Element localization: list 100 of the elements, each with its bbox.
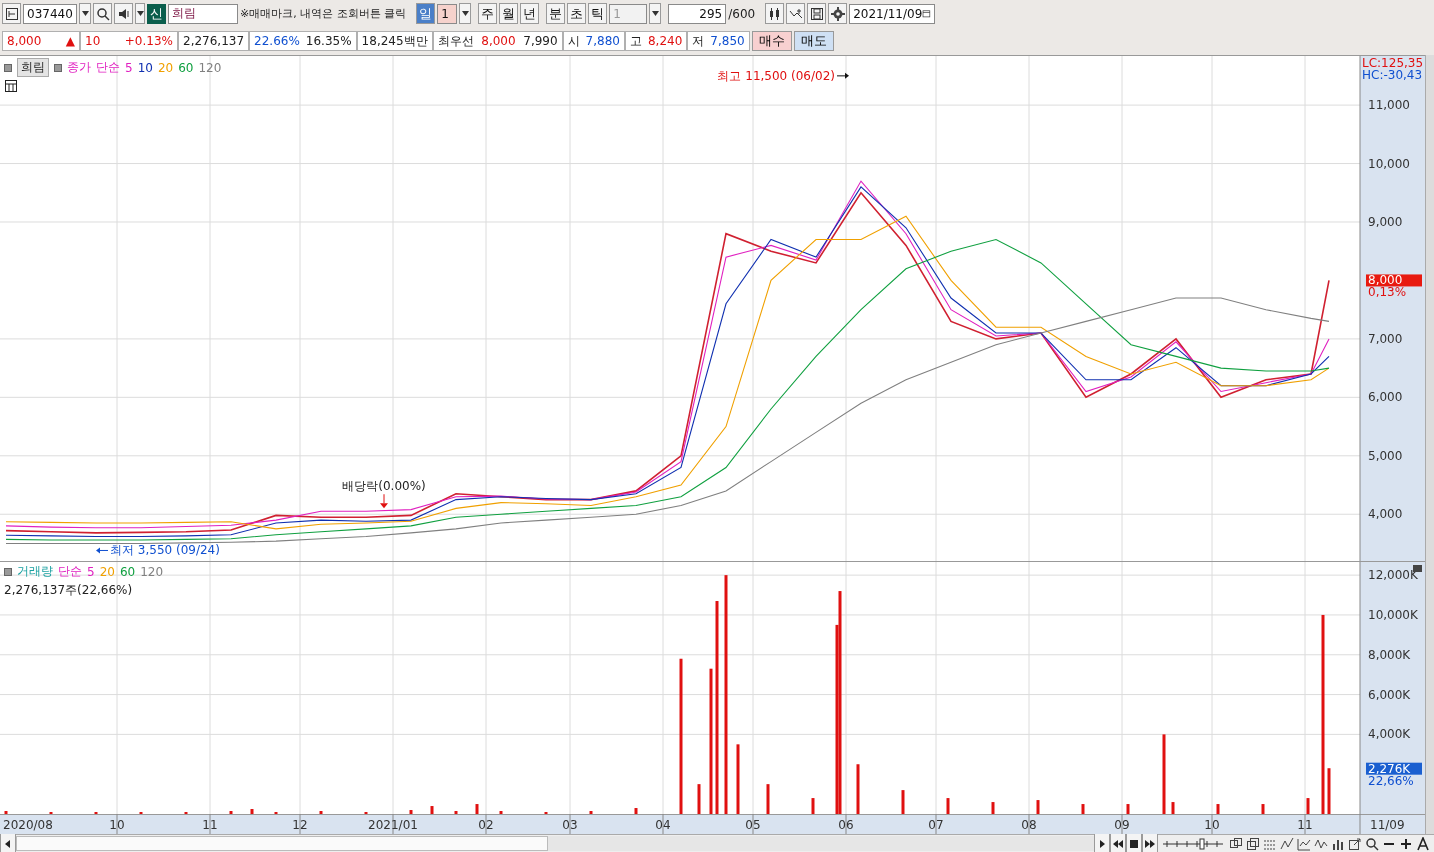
last-volume-badge: 2,276K xyxy=(1366,761,1422,776)
sell-button[interactable]: 매도 xyxy=(793,31,834,51)
font-size-icon[interactable] xyxy=(1416,836,1430,851)
axis-label: 12,000K xyxy=(1368,568,1418,583)
volume-bar xyxy=(475,804,479,814)
volume-bar xyxy=(589,811,593,814)
volume-bar xyxy=(1216,804,1220,814)
volume-bar xyxy=(454,811,458,814)
high-price: 8,240 xyxy=(647,34,683,48)
axis-label: 10,000K xyxy=(1368,607,1418,622)
open-label: 시 xyxy=(567,32,580,50)
low-price-label: 최저 3,550 (09/24) xyxy=(110,543,220,558)
volume-bar xyxy=(1306,798,1310,814)
legend-period: 60 xyxy=(119,564,136,579)
panel-title[interactable]: 희림 xyxy=(17,58,49,77)
period-tab[interactable]: 주 xyxy=(478,3,498,24)
volume-bar xyxy=(409,810,413,814)
volume-bar xyxy=(856,764,860,814)
axis-label: 09 xyxy=(1114,818,1130,832)
market-badge: 신 xyxy=(147,3,166,24)
high-price-label: 최고 11,500 (06/02) xyxy=(717,68,835,83)
axis-label: 5,000 xyxy=(1368,448,1403,463)
best-ask: 8,000 xyxy=(481,34,516,48)
axis-label: 11,000 xyxy=(1368,98,1410,113)
scroll-thumb[interactable] xyxy=(16,836,548,851)
period-tab[interactable]: 초 xyxy=(567,3,587,24)
arrow-icon xyxy=(380,493,388,509)
axis-label: 6,000K xyxy=(1368,687,1411,702)
panel-marker-icon xyxy=(54,63,62,72)
date-field[interactable]: 2021/11/09 xyxy=(849,3,936,24)
plus-icon[interactable] xyxy=(1399,836,1413,851)
caret-icon[interactable] xyxy=(136,11,144,16)
current-price: 8,000 xyxy=(7,34,42,48)
axis-label: 9,000 xyxy=(1368,215,1403,229)
indicator-icon[interactable] xyxy=(1297,836,1311,851)
panel-marker-icon xyxy=(4,567,12,576)
period-tab[interactable]: 일 xyxy=(416,3,436,24)
zoom-slider-icon[interactable] xyxy=(1162,836,1226,851)
rewind-icon[interactable] xyxy=(1112,837,1124,850)
panel-marker-icon xyxy=(4,63,12,72)
period-tab[interactable]: 분 xyxy=(546,3,566,24)
volume-bar xyxy=(991,802,995,814)
legend-period: 5 xyxy=(87,564,95,579)
sound-dropdown-button[interactable] xyxy=(135,3,145,24)
stop-icon[interactable] xyxy=(1128,837,1140,850)
stock-code-field[interactable]: 037440 xyxy=(23,3,77,24)
display-count-field[interactable]: 295 xyxy=(668,3,727,24)
volume-bar xyxy=(1126,804,1130,814)
table-icon[interactable] xyxy=(4,79,18,93)
code-dropdown-button[interactable] xyxy=(79,3,91,24)
lc-value: LC:125,35 xyxy=(1362,56,1424,70)
period-tab[interactable]: 년 xyxy=(520,3,540,24)
trend-tool-icon[interactable] xyxy=(1280,836,1294,851)
caret-icon[interactable] xyxy=(461,11,469,16)
axis-label: 07 xyxy=(928,818,944,832)
window-layout-icon[interactable] xyxy=(1229,836,1243,851)
unit-count-field: 1 xyxy=(609,3,648,24)
buy-button[interactable]: 매수 xyxy=(751,31,792,51)
price-change: 10 xyxy=(85,34,101,48)
caret-icon[interactable] xyxy=(651,11,659,16)
arrow-icon xyxy=(96,547,109,554)
export-icon[interactable] xyxy=(1348,836,1362,851)
search-icon[interactable] xyxy=(1365,836,1379,851)
axis-label: 7,000 xyxy=(1368,331,1403,346)
axis-label: 11 xyxy=(202,818,218,832)
volume-bar xyxy=(1261,804,1265,814)
dividend-label: 배당락(0.00%) xyxy=(342,479,426,494)
axis-label: 2021/01 xyxy=(368,818,418,832)
legend-period: 20 xyxy=(99,564,115,579)
low-price: 7,850 xyxy=(710,34,745,48)
axis-label: 12 xyxy=(292,818,308,832)
open-price: 7,880 xyxy=(585,34,620,48)
period-count-field[interactable]: 1 xyxy=(437,3,458,24)
change-rate: +0.13% xyxy=(124,34,173,48)
duplicate-icon[interactable] xyxy=(1246,836,1260,851)
caret-icon[interactable] xyxy=(81,11,89,16)
calendar-icon[interactable] xyxy=(922,7,932,20)
axis-label: 11 xyxy=(1297,818,1313,832)
period-tab[interactable]: 틱 xyxy=(588,3,608,24)
hc-value: HC:-30,43 xyxy=(1362,68,1423,82)
axis-label: 05 xyxy=(745,818,761,832)
volume-bar xyxy=(1036,800,1040,814)
legend-period: 5 xyxy=(125,60,133,75)
axis-label: 10,000 xyxy=(1368,156,1410,171)
stock-name-field[interactable]: 희림 xyxy=(168,3,238,24)
volume-bar xyxy=(901,790,905,814)
period-tab[interactable]: 월 xyxy=(499,3,519,24)
legend-period: 60 xyxy=(178,60,194,75)
low-label: 저 xyxy=(692,32,705,50)
panel-title: 거래량 xyxy=(17,563,53,580)
legend-period: 120 xyxy=(140,564,164,579)
legend-period: 10 xyxy=(137,60,153,75)
axis-label: 4,000 xyxy=(1368,507,1403,522)
volume-bar xyxy=(430,806,434,814)
volume-bar xyxy=(1327,768,1331,814)
vertical-scrollbar[interactable] xyxy=(1425,55,1434,834)
count-dropdown-button[interactable] xyxy=(459,3,472,24)
axis-label: 10 xyxy=(109,818,125,832)
fast-forward-icon[interactable] xyxy=(1144,837,1156,850)
legend-period: 120 xyxy=(198,60,222,75)
